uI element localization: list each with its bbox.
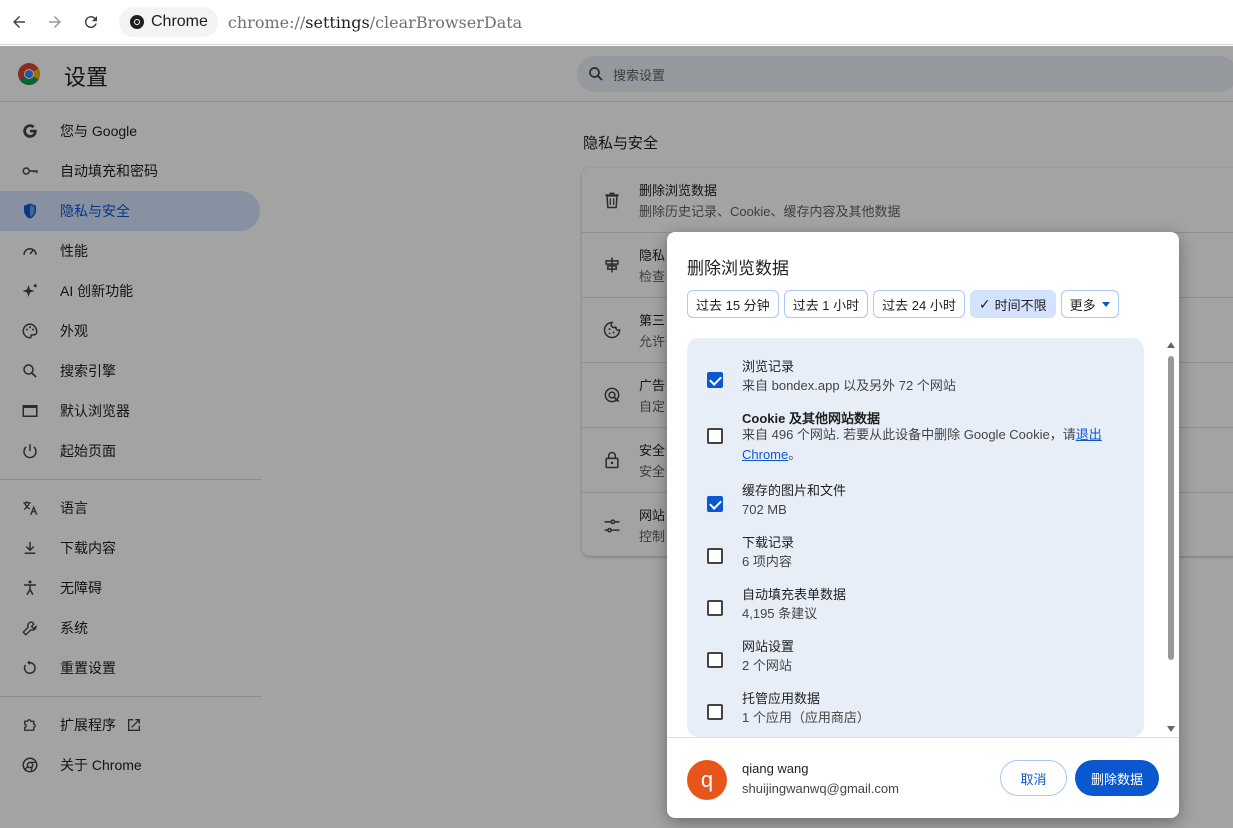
- clear-data-dialog: 删除浏览数据 过去 15 分钟 过去 1 小时 过去 24 小时 ✓ 时间不限 更…: [667, 232, 1179, 818]
- time-range-24hours[interactable]: 过去 24 小时: [873, 290, 965, 318]
- url-path: /clearBrowserData: [369, 12, 523, 32]
- forward-button[interactable]: [37, 4, 73, 40]
- account-name: qiang wang: [742, 761, 809, 776]
- data-type-list: 浏览记录 来自 bondex.app 以及另外 72 个网站 Cookie 及其…: [687, 338, 1144, 737]
- browser-toolbar: Chrome chrome://settings/clearBrowserDat…: [0, 0, 1233, 45]
- item-subtitle-text: 来自 496 个网站. 若要从此设备中删除 Google Cookie，请: [742, 427, 1076, 442]
- chrome-icon: [130, 15, 144, 29]
- item-subtitle: 1 个应用（应用商店）: [742, 710, 870, 725]
- dialog-footer: q qiang wang shuijingwanwq@gmail.com 取消 …: [667, 737, 1179, 818]
- reload-button[interactable]: [73, 4, 109, 40]
- item-title: 浏览记录: [742, 359, 795, 374]
- cancel-button[interactable]: 取消: [1000, 760, 1067, 796]
- item-title: 网站设置: [742, 639, 795, 654]
- item-title: 托管应用数据: [742, 691, 821, 706]
- url-scheme: chrome://: [227, 12, 306, 32]
- item-subtitle: 来自 bondex.app 以及另外 72 个网站: [742, 378, 956, 393]
- list-scrollbar[interactable]: [1167, 342, 1175, 732]
- checkbox-site-settings[interactable]: [707, 652, 723, 668]
- time-range-all-time[interactable]: ✓ 时间不限: [969, 290, 1056, 318]
- avatar: q: [687, 760, 727, 800]
- checkbox-download-history[interactable]: [707, 548, 723, 564]
- item-subtitle: 2 个网站: [742, 658, 792, 673]
- checkbox-cookies[interactable]: [707, 428, 723, 444]
- scroll-up-arrow-icon[interactable]: [1167, 342, 1175, 348]
- item-subtitle: 4,195 条建议: [742, 606, 818, 621]
- delete-data-button[interactable]: 删除数据: [1075, 760, 1159, 796]
- item-title: 缓存的图片和文件: [742, 483, 847, 498]
- omnibox[interactable]: Chrome chrome://settings/clearBrowserDat…: [119, 6, 522, 38]
- item-subtitle: 702 MB: [742, 502, 787, 517]
- checkbox-browsing-history[interactable]: [707, 372, 723, 388]
- item-subtitle: 来自 496 个网站. 若要从此设备中删除 Google Cookie，请退出 …: [742, 425, 1122, 465]
- time-range-label: 更多: [1069, 297, 1096, 313]
- checkbox-cached-files[interactable]: [707, 496, 723, 512]
- arrow-right-icon: [49, 16, 61, 28]
- reload-icon: [84, 16, 97, 29]
- item-title: 自动填充表单数据: [742, 587, 847, 602]
- time-range-label: 时间不限: [994, 297, 1047, 313]
- time-range-selector: 过去 15 分钟 过去 1 小时 过去 24 小时 ✓ 时间不限 更多: [687, 290, 1119, 318]
- scroll-down-arrow-icon[interactable]: [1167, 726, 1175, 732]
- url-host: settings: [305, 12, 370, 32]
- caret-down-icon: [1101, 301, 1110, 307]
- time-range-more-dropdown[interactable]: 更多: [1060, 290, 1119, 318]
- dialog-title: 删除浏览数据: [687, 259, 789, 278]
- scroll-thumb[interactable]: [1168, 356, 1174, 660]
- site-chip[interactable]: Chrome: [119, 7, 218, 37]
- checkmark-icon: ✓: [978, 295, 991, 312]
- checkbox-hosted-app-data[interactable]: [707, 704, 723, 720]
- time-range-label: 过去 1 小时: [792, 297, 860, 313]
- time-range-15min[interactable]: 过去 15 分钟: [687, 290, 779, 318]
- checkbox-autofill[interactable]: [707, 600, 723, 616]
- time-range-label: 过去 24 小时: [882, 297, 956, 313]
- item-title: 下载记录: [742, 535, 795, 550]
- arrow-left-icon: [13, 16, 25, 28]
- time-range-1hour[interactable]: 过去 1 小时: [783, 290, 869, 318]
- item-subtitle: 6 项内容: [742, 554, 792, 569]
- site-chip-label: Chrome: [151, 13, 208, 30]
- back-button[interactable]: [1, 4, 37, 40]
- url-text[interactable]: chrome://settings/clearBrowserData: [228, 13, 522, 32]
- account-email: shuijingwanwq@gmail.com: [742, 781, 899, 796]
- item-subtitle-suffix: 。: [788, 447, 802, 462]
- time-range-label: 过去 15 分钟: [696, 297, 770, 313]
